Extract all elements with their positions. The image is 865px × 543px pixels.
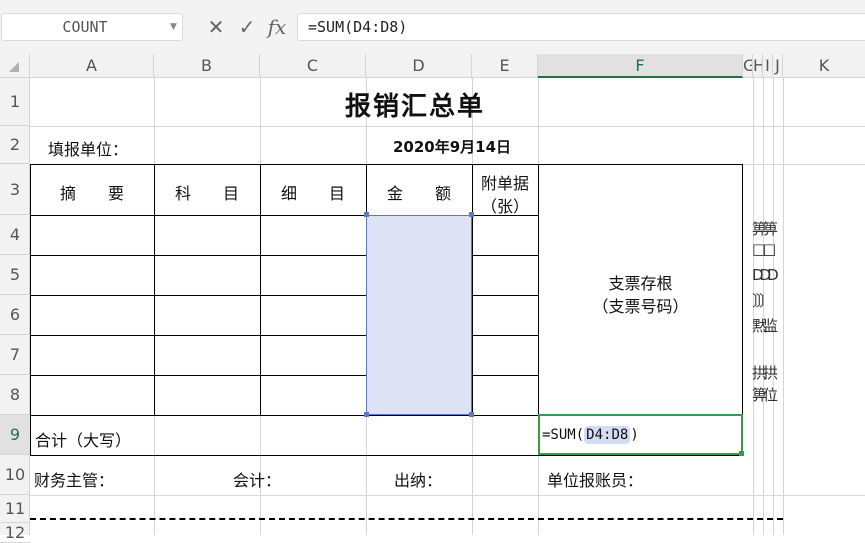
select-all-icon — [9, 62, 19, 72]
overflow-text: 箅箅 — [752, 220, 778, 238]
formula-input[interactable]: =SUM(D4:D8) — [297, 13, 865, 41]
overflow-text: □□ — [752, 240, 776, 258]
header-summary: 摘 要 — [59, 184, 124, 203]
selected-range-d4-d8[interactable] — [366, 215, 472, 415]
header-subject: 科 目 — [174, 184, 239, 203]
overflow-text: DDD — [752, 266, 779, 284]
row-header-7[interactable]: 7 — [0, 335, 30, 375]
chevron-down-icon[interactable]: ▼ — [170, 14, 182, 40]
row-header-6[interactable]: 6 — [0, 295, 30, 335]
cashier-label: 出纳： — [394, 471, 443, 490]
row-header-5[interactable]: 5 — [0, 255, 30, 295]
row-header-3[interactable]: 3 — [0, 164, 30, 215]
row-header-12[interactable]: 12 — [0, 523, 30, 543]
selection-handle[interactable] — [364, 412, 369, 417]
check-icon[interactable]: ✓ — [234, 12, 260, 42]
accountant-label: 会计： — [233, 471, 282, 490]
report-date: 2020年9月14日 — [392, 138, 512, 156]
column-header-d[interactable]: D — [366, 54, 472, 78]
column-header-b[interactable]: B — [154, 54, 260, 78]
cancel-icon[interactable]: ✕ — [204, 12, 228, 42]
column-header-i[interactable]: I — [763, 54, 773, 78]
header-attachments-unit: （张） — [480, 197, 529, 216]
row-header-8[interactable]: 8 — [0, 375, 30, 415]
column-header-e[interactable]: E — [472, 54, 538, 78]
active-cell-formula[interactable]: =SUM(D4:D8) — [542, 426, 639, 444]
formula-reference: D4:D8 — [584, 426, 631, 444]
sheet-title: 报销汇总单 — [344, 92, 485, 122]
header-amount: 金 额 — [386, 184, 451, 203]
column-header-f[interactable]: F — [538, 54, 743, 78]
function-icon[interactable]: fx — [262, 12, 292, 42]
fill-handle[interactable] — [739, 451, 744, 456]
fill-unit-label: 填报单位： — [48, 140, 129, 159]
name-box-value: COUNT — [62, 18, 108, 36]
column-header: A B C D E F G H I J K — [0, 54, 865, 78]
select-all-corner[interactable] — [0, 54, 30, 78]
finance-supervisor-label: 财务主管： — [34, 471, 115, 490]
overflow-text: 箅位 — [752, 386, 778, 404]
check-number-label: （支票号码） — [592, 297, 689, 316]
total-label: 合计（大写） — [35, 431, 132, 450]
formula-text: =SUM(D4:D8) — [308, 18, 408, 36]
selection-handle[interactable] — [469, 412, 474, 417]
column-header-j[interactable]: J — [773, 54, 783, 78]
row-header-4[interactable]: 4 — [0, 215, 30, 255]
name-box[interactable]: COUNT ▼ — [1, 13, 183, 41]
row-header-9[interactable]: 9 — [0, 415, 30, 455]
column-header-g[interactable]: G — [743, 54, 753, 78]
formula-suffix: ) — [630, 427, 639, 443]
column-header-c[interactable]: C — [260, 54, 366, 78]
overflow-text: 黙监 — [752, 317, 778, 335]
header-attachments: 附单据 — [480, 174, 529, 193]
formula-prefix: =SUM( — [542, 427, 585, 443]
column-header-h[interactable]: H — [753, 54, 763, 78]
header-detail: 细 目 — [280, 184, 345, 203]
row-header-11[interactable]: 11 — [0, 495, 30, 523]
row-header-2[interactable]: 2 — [0, 126, 30, 164]
claimant-label: 单位报账员： — [547, 471, 644, 490]
overflow-text: 拱拱 — [752, 364, 778, 382]
row-header-10[interactable]: 10 — [0, 455, 30, 495]
overflow-text: 〕〕〕 — [752, 292, 774, 310]
page-break-line — [30, 518, 783, 520]
column-header-k[interactable]: K — [783, 54, 865, 78]
column-header-a[interactable]: A — [30, 54, 154, 78]
check-stub-label: 支票存根 — [608, 274, 673, 293]
formula-bar: COUNT ▼ ✕ ✓ fx =SUM(D4:D8) — [0, 0, 865, 54]
row-header: 1 2 3 4 5 6 7 8 9 10 11 12 — [0, 78, 30, 543]
selection-handle[interactable] — [364, 212, 369, 217]
row-header-1[interactable]: 1 — [0, 78, 30, 126]
